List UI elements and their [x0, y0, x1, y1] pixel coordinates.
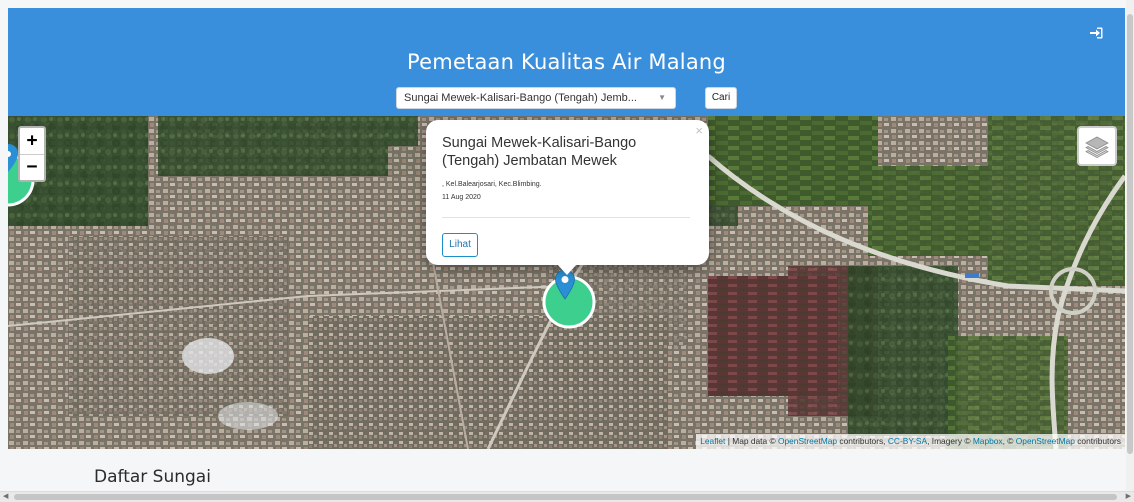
- page: Pemetaan Kualitas Air Malang Sungai Mewe…: [0, 0, 1134, 502]
- layers-icon: [1085, 136, 1109, 159]
- layers-control[interactable]: [1077, 126, 1117, 166]
- sign-in-icon[interactable]: [1089, 26, 1103, 39]
- scrollbar-thumb[interactable]: [1127, 14, 1133, 454]
- osm-link[interactable]: OpenStreetMap: [1016, 436, 1075, 446]
- osm-link[interactable]: OpenStreetMap: [778, 436, 837, 446]
- map-view[interactable]: + − × Sungai Mewek-Kalisari-Bango (Tenga…: [8, 116, 1125, 449]
- attribution-text: | Map data ©: [725, 436, 778, 446]
- search-row: Sungai Mewek-Kalisari-Bango (Tengah) Jem…: [8, 87, 1125, 111]
- leaflet-link[interactable]: Leaflet: [700, 436, 725, 446]
- close-icon[interactable]: ×: [695, 124, 703, 137]
- attribution-text: contributors,: [837, 436, 888, 446]
- vertical-scrollbar[interactable]: [1126, 0, 1134, 491]
- cc-by-sa-link[interactable]: CC-BY-SA: [888, 436, 927, 446]
- popup-address: , Kel.Balearjosari, Kec.Blimbing.: [442, 181, 542, 188]
- river-select[interactable]: Sungai Mewek-Kalisari-Bango (Tengah) Jem…: [396, 87, 676, 109]
- popup-tip: [557, 264, 577, 275]
- popup-date: 11 Aug 2020: [442, 194, 481, 201]
- map-popup: × Sungai Mewek-Kalisari-Bango (Tengah) J…: [426, 120, 709, 265]
- zoom-control: + −: [18, 126, 46, 182]
- chevron-down-icon: ▼: [658, 93, 666, 102]
- search-button[interactable]: Cari: [705, 87, 737, 109]
- header-bar: Pemetaan Kualitas Air Malang Sungai Mewe…: [8, 8, 1125, 116]
- scrollbar-thumb[interactable]: [14, 494, 1117, 500]
- popup-divider: [442, 217, 690, 218]
- popup-title: Sungai Mewek-Kalisari-Bango (Tengah) Jem…: [442, 135, 637, 169]
- attribution-text: , ©: [1002, 436, 1016, 446]
- zoom-in-button[interactable]: +: [20, 128, 44, 154]
- horizontal-scrollbar[interactable]: ◀ ▶: [0, 491, 1134, 502]
- attribution-text: , Imagery ©: [927, 436, 973, 446]
- zoom-out-button[interactable]: −: [20, 154, 44, 180]
- page-title: Pemetaan Kualitas Air Malang: [407, 50, 726, 74]
- lihat-button[interactable]: Lihat: [442, 233, 478, 257]
- mapbox-link[interactable]: Mapbox: [973, 436, 1003, 446]
- river-select-value: Sungai Mewek-Kalisari-Bango (Tengah) Jem…: [404, 92, 637, 104]
- map-attribution: Leaflet | Map data © OpenStreetMap contr…: [696, 434, 1125, 449]
- attribution-text: contributors: [1074, 436, 1121, 446]
- section-title: Daftar Sungai: [94, 467, 211, 487]
